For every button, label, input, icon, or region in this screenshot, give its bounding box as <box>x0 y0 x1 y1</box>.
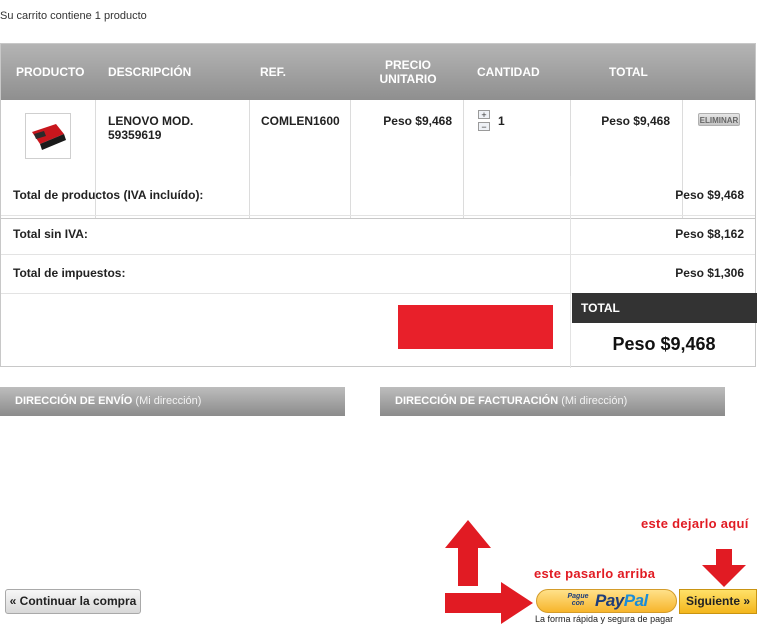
arrow-up-icon <box>445 520 491 586</box>
divider <box>570 254 571 293</box>
summary-row-no-tax: Total sin IVA: Peso $8,162 <box>1 215 755 255</box>
next-button[interactable]: Siguiente » <box>679 589 757 614</box>
cart-summary: Su carrito contiene 1 producto <box>0 10 147 22</box>
paypal-tagline: La forma rápida y segura de pagar <box>535 614 674 624</box>
no-tax-value: Peso $8,162 <box>675 227 744 241</box>
products-total-label: Total de productos (IVA incluído): <box>13 188 204 202</box>
header-quantity: CANTIDAD <box>477 65 540 79</box>
product-ref: COMLEN1600 <box>261 114 340 128</box>
divider <box>570 215 571 254</box>
paypal-logo: PayPal <box>595 591 648 611</box>
header-total: TOTAL <box>609 65 648 79</box>
annotation-move-up: este pasarlo arriba <box>534 566 656 581</box>
cart-table: PRODUCTO DESCRIPCIÓN REF. PRECIO UNITARI… <box>0 43 757 368</box>
products-total-value: Peso $9,468 <box>675 188 744 202</box>
grand-total-label: TOTAL <box>572 293 757 323</box>
arrow-down-icon <box>702 549 746 587</box>
continue-shopping-button[interactable]: « Continuar la compra <box>5 589 141 614</box>
taxes-label: Total de impuestos: <box>13 266 126 280</box>
quantity-increase-button[interactable]: + <box>478 110 490 120</box>
product-thumbnail[interactable] <box>25 113 71 159</box>
billing-address-title: DIRECCIÓN DE FACTURACIÓN <box>395 395 559 407</box>
shipping-address-title: DIRECCIÓN DE ENVÍO <box>15 395 133 407</box>
summary-row-products: Total de productos (IVA incluído): Peso … <box>1 176 755 216</box>
summary-row-taxes: Total de impuestos: Peso $1,306 <box>1 254 755 294</box>
grand-total-value: Peso $9,468 <box>612 334 716 354</box>
cart-table-header: PRODUCTO DESCRIPCIÓN REF. PRECIO UNITARI… <box>1 44 755 100</box>
header-description: DESCRIPCIÓN <box>108 65 192 79</box>
paypal-small-text: Pague con <box>567 593 589 607</box>
delete-button[interactable]: ELIMINAR <box>698 113 740 126</box>
shipping-address-header[interactable]: DIRECCIÓN DE ENVÍO (Mi dirección) <box>0 387 345 416</box>
no-tax-label: Total sin IVA: <box>13 227 88 241</box>
header-ref: REF. <box>260 65 287 79</box>
taxes-value: Peso $1,306 <box>675 266 744 280</box>
paypal-checkout-button[interactable]: Pague con PayPal <box>536 589 677 613</box>
quantity-decrease-button[interactable]: − <box>478 122 490 132</box>
annotation-keep-here: este dejarlo aquí <box>641 516 749 531</box>
product-unit-price: Peso $9,468 <box>383 114 452 128</box>
divider <box>570 176 571 215</box>
header-product: PRODUCTO <box>16 65 85 79</box>
product-description[interactable]: LENOVO MOD. 59359619 <box>108 114 228 142</box>
grand-total-box: TOTAL Peso $9,468 <box>570 293 757 368</box>
header-unit-price: PRECIO UNITARIO <box>379 58 437 86</box>
paypal-logo-pal: Pal <box>623 591 649 610</box>
shipping-address-sub: (Mi dirección) <box>135 395 202 407</box>
redaction-block <box>398 305 553 349</box>
billing-address-sub: (Mi dirección) <box>561 395 628 407</box>
billing-address-header[interactable]: DIRECCIÓN DE FACTURACIÓN (Mi dirección) <box>380 387 725 416</box>
arrow-right-icon <box>445 582 533 624</box>
product-quantity: 1 <box>498 114 505 128</box>
paypal-logo-pay: Pay <box>595 591 624 610</box>
product-total: Peso $9,468 <box>601 114 670 128</box>
